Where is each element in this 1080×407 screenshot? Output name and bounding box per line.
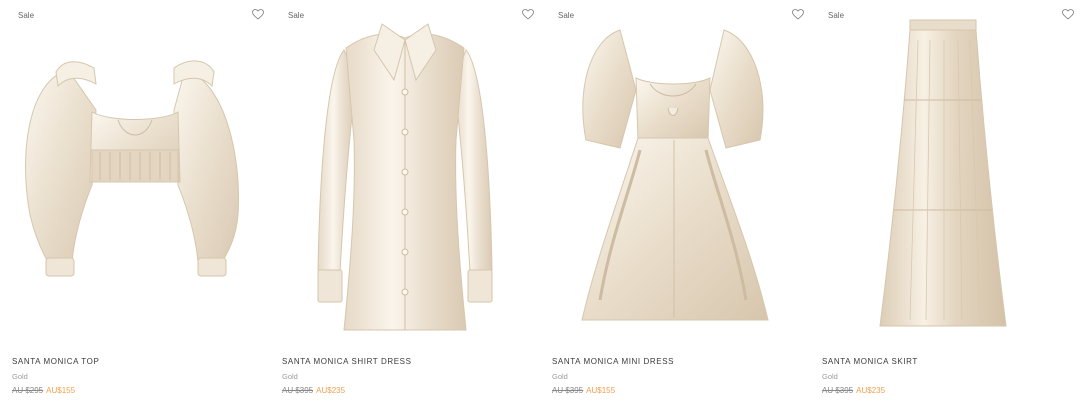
product-name[interactable]: SANTA MONICA TOP — [12, 357, 99, 367]
heart-icon[interactable] — [1062, 9, 1074, 20]
original-price: AU $395 — [552, 386, 584, 395]
product-info: SANTA MONICA TOP Gold AU $295 AU$155 — [12, 357, 99, 396]
original-price: AU $395 — [282, 386, 314, 395]
product-card[interactable]: Sale SANTA MONICA MINI DRESS Gold AU $39… — [540, 0, 810, 407]
product-image[interactable] — [0, 0, 270, 340]
product-color: Gold — [12, 372, 28, 381]
product-color: Gold — [822, 372, 838, 381]
product-prices: AU $395 AU$235 — [822, 386, 918, 396]
product-info: SANTA MONICA SKIRT Gold AU $395 AU$235 — [822, 357, 918, 396]
product-image[interactable] — [810, 0, 1080, 340]
product-image[interactable] — [270, 0, 540, 340]
product-name[interactable]: SANTA MONICA MINI DRESS — [552, 357, 674, 367]
product-card[interactable]: Sale SANTA MONICA TOP Gold AU $295 AU$155 — [0, 0, 270, 407]
sale-badge: Sale — [558, 11, 575, 20]
sale-price: AU$155 — [586, 386, 616, 395]
sale-price: AU$235 — [316, 386, 346, 395]
product-grid: Sale SANTA MONICA TOP Gold AU $295 AU$155 — [0, 0, 1080, 407]
sale-badge: Sale — [828, 11, 845, 20]
sale-badge: Sale — [18, 11, 35, 20]
product-info: SANTA MONICA SHIRT DRESS Gold AU $395 AU$… — [282, 357, 412, 396]
product-info: SANTA MONICA MINI DRESS Gold AU $395 AU$1… — [552, 357, 674, 396]
heart-icon[interactable] — [252, 9, 264, 20]
product-name[interactable]: SANTA MONICA SHIRT DRESS — [282, 357, 412, 367]
product-image[interactable] — [540, 0, 810, 340]
product-card[interactable]: Sale SANTA MONICA SKIRT Gold AU $395 AU$2… — [810, 0, 1080, 407]
product-color: Gold — [552, 372, 568, 381]
product-prices: AU $295 AU$155 — [12, 386, 99, 396]
original-price: AU $295 — [12, 386, 44, 395]
product-name[interactable]: SANTA MONICA SKIRT — [822, 357, 918, 367]
product-prices: AU $395 AU$155 — [552, 386, 674, 396]
product-prices: AU $395 AU$235 — [282, 386, 412, 396]
product-card[interactable]: Sale SANTA MONICA SHIRT DRESS Gold AU $3… — [270, 0, 540, 407]
heart-icon[interactable] — [522, 9, 534, 20]
product-color: Gold — [282, 372, 298, 381]
sale-badge: Sale — [288, 11, 305, 20]
heart-icon[interactable] — [792, 9, 804, 20]
sale-price: AU$235 — [856, 386, 886, 395]
sale-price: AU$155 — [46, 386, 76, 395]
original-price: AU $395 — [822, 386, 854, 395]
